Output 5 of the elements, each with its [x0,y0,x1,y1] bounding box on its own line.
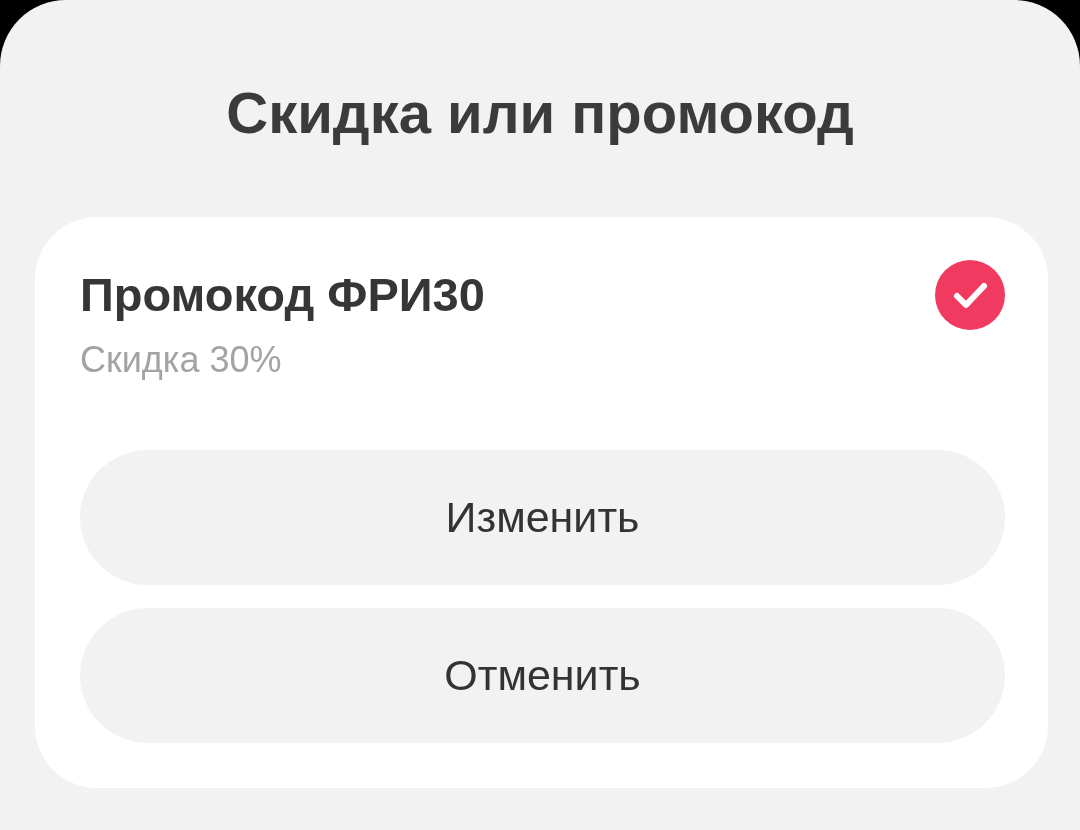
checkmark-icon[interactable] [935,260,1005,330]
promo-discount: Скидка 30% [80,340,283,380]
action-button[interactable]: Изменить [80,449,1005,585]
action-button[interactable]: Отменить [80,607,1005,743]
promo-title: Промокод ФРИ30 [80,269,485,321]
